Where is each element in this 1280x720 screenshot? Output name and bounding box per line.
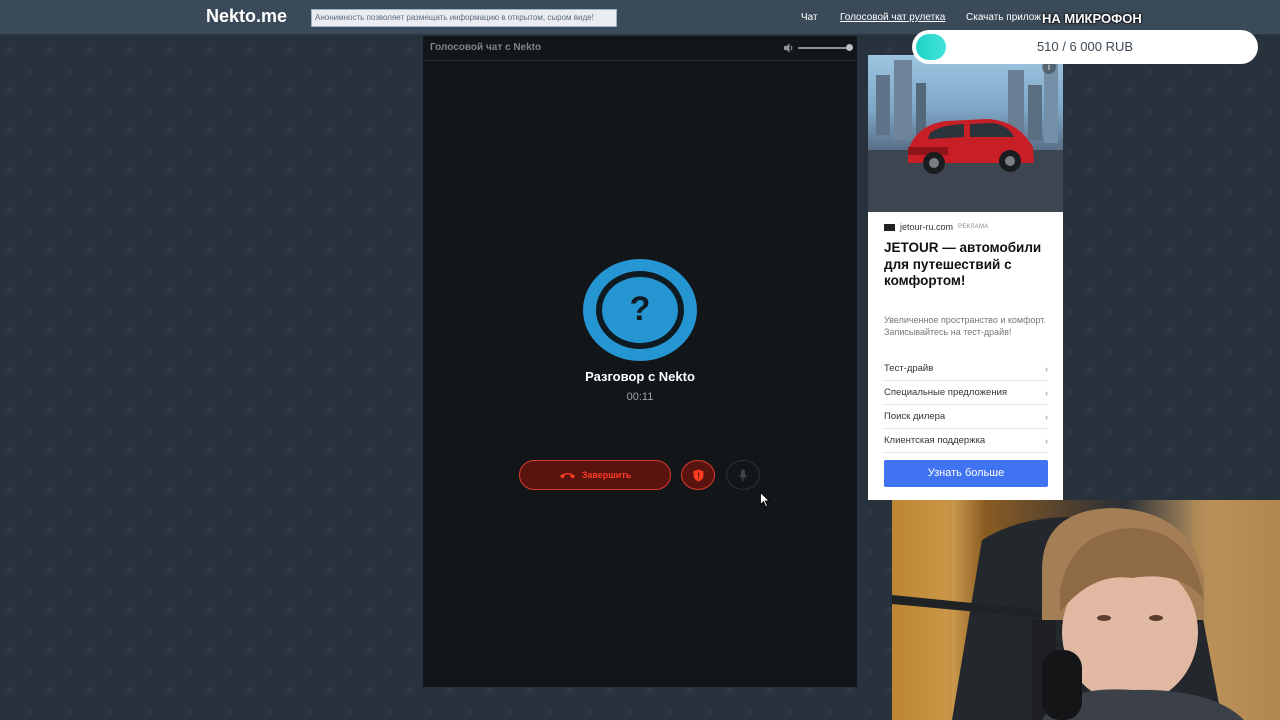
- question-mark-icon: ?: [629, 290, 651, 328]
- volume-slider-handle[interactable]: [846, 44, 853, 51]
- webcam-overlay: [892, 500, 1280, 720]
- advertisement[interactable]: i jetour-ru.com РЕКЛАМА JETOUR — автомоб…: [868, 55, 1063, 500]
- shield-icon: [693, 469, 703, 481]
- ad-cta-button[interactable]: Узнать больше: [884, 460, 1048, 487]
- avatar-ring: ?: [596, 271, 684, 349]
- ad-link-label: Специальные предложения: [884, 387, 1008, 398]
- phone-hangup-icon: [559, 473, 575, 479]
- nav-link-download[interactable]: Скачать прилож: [966, 12, 1041, 23]
- ad-photo: [868, 60, 1063, 212]
- report-button[interactable]: [681, 460, 715, 490]
- end-call-button[interactable]: Завершить: [519, 460, 671, 490]
- ad-domain[interactable]: jetour-ru.com: [900, 222, 953, 232]
- ad-link-support[interactable]: Клиентская поддержка ›: [884, 429, 1048, 453]
- call-timer: 00:11: [626, 391, 654, 403]
- panel-header: Голосовой чат с Nekto: [423, 36, 857, 61]
- chevron-right-icon: ›: [1045, 411, 1048, 422]
- site-slogan: Анонимность позволяет размещать информац…: [311, 9, 617, 27]
- chevron-right-icon: ›: [1045, 363, 1048, 374]
- volume-slider-track[interactable]: [798, 47, 850, 49]
- webcam-person-image: [892, 500, 1280, 720]
- ad-link-special-offers[interactable]: Специальные предложения ›: [884, 381, 1048, 405]
- donation-title: НА МИКРОФОН: [1042, 11, 1142, 26]
- ad-link-label: Поиск дилера: [884, 411, 946, 422]
- donation-progress-text: 510 / 6 000 RUB: [1036, 39, 1134, 54]
- mouse-cursor-icon: [760, 492, 770, 508]
- ad-car-image[interactable]: i: [868, 55, 1063, 212]
- ad-link-label: Тест-драйв: [884, 363, 934, 374]
- ad-description: Увеличенное пространство и комфорт. Запи…: [884, 315, 1046, 337]
- voice-chat-panel: Голосовой чат с Nekto ? Разговор с Nekto…: [423, 36, 857, 687]
- ad-headline[interactable]: JETOUR — автомобили для путешествий с ко…: [884, 240, 1054, 290]
- ad-domain-row: jetour-ru.com РЕКЛАМА: [884, 222, 989, 232]
- ad-link-dealer-search[interactable]: Поиск дилера ›: [884, 405, 1048, 429]
- panel-title: Голосовой чат с Nekto: [430, 42, 542, 53]
- microphone-icon: [738, 469, 748, 481]
- donation-progress-bar: 510 / 6 000 RUB: [912, 30, 1258, 64]
- microphone-button[interactable]: [726, 460, 760, 490]
- ad-link-test-drive[interactable]: Тест-драйв ›: [884, 357, 1048, 381]
- nav-link-voice-chat[interactable]: Голосовой чат рулетка: [840, 12, 945, 23]
- chevron-right-icon: ›: [1045, 387, 1048, 398]
- ad-link-label: Клиентская поддержка: [884, 435, 986, 446]
- partner-label: Разговор с Nekto: [585, 369, 695, 384]
- partner-avatar: ?: [583, 259, 697, 361]
- ad-links: Тест-драйв › Специальные предложения › П…: [884, 357, 1048, 453]
- ad-badge: РЕКЛАМА: [958, 224, 989, 230]
- nav-link-chat[interactable]: Чат: [801, 12, 818, 23]
- volume-icon[interactable]: [783, 42, 795, 54]
- site-logo[interactable]: Nekto.me: [206, 6, 287, 27]
- chevron-right-icon: ›: [1045, 435, 1048, 446]
- brand-logo-icon: [884, 223, 895, 231]
- end-call-label: Завершить: [581, 470, 632, 480]
